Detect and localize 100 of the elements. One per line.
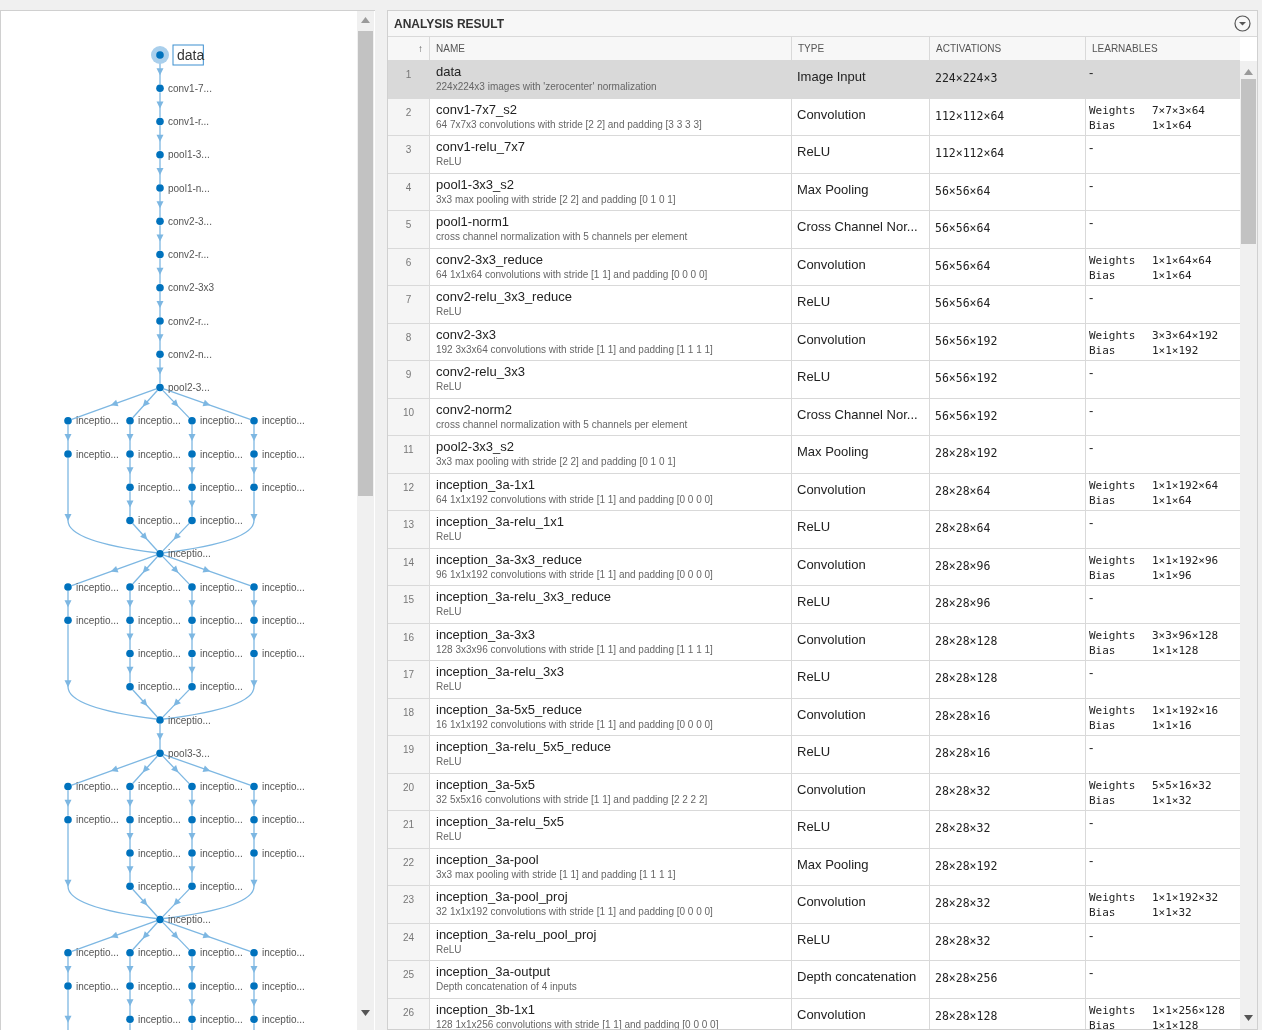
table-row[interactable]: 6 conv2-3x3_reduce 64 1x1x64 convolutions with stride [1 1] and padding [0 0 0 0] Convolution 56×56×64 Weights 1×1×64×64 Bias 1×1×64 (388, 248, 1240, 286)
graph-node[interactable] (156, 383, 164, 392)
table-row[interactable]: 14 inception_3a-3x3_reduce 96 1x1x192 convolutions with stride [1 1] and padding [0 0 0 0] Convolution 28×28×96 Weights 1×1×192×96 Bias 1×1×96 (388, 548, 1240, 586)
table-row[interactable]: 5 pool1-norm1 cross channel normalization with 5 channels per element Cross Channel Nor... 56×56×64 - (388, 211, 1240, 249)
table-row[interactable]: 17 inception_3a-relu_3x3 ReLU ReLU 28×28×128 - (388, 661, 1240, 699)
graph-node[interactable] (126, 583, 134, 591)
graph-node[interactable] (250, 782, 258, 791)
graph-node[interactable] (188, 782, 196, 791)
graph-node[interactable] (64, 782, 72, 791)
graph-node[interactable] (126, 815, 134, 824)
graph-node[interactable] (188, 882, 196, 891)
column-header[interactable]: ACTIVATIONS (930, 37, 1086, 60)
graph-node[interactable] (250, 1015, 258, 1024)
graph-node[interactable] (64, 815, 72, 824)
table-row[interactable]: 15 inception_3a-relu_3x3_reduce ReLU ReLU 28×28×96 - (388, 586, 1240, 624)
graph-node[interactable] (126, 616, 134, 625)
column-header[interactable]: NAME (430, 37, 792, 60)
scrollbar[interactable] (1240, 61, 1257, 1029)
graph-node[interactable] (64, 416, 72, 425)
graph-node[interactable] (156, 317, 164, 325)
table-row[interactable]: 13 inception_3a-relu_1x1 ReLU ReLU 28×28×64 - (388, 511, 1240, 549)
graph-node[interactable] (126, 682, 134, 691)
graph-node[interactable] (250, 616, 258, 625)
graph-node[interactable] (156, 184, 164, 192)
graph-node[interactable] (156, 749, 164, 758)
table-row[interactable]: 25 inception_3a-output Depth concatenation of 4 inputs Depth concatenation 28×28×256 - (388, 961, 1240, 999)
graph-node[interactable] (126, 416, 134, 425)
table-row[interactable]: 7 conv2-relu_3x3_reduce ReLU ReLU 56×56×64 - (388, 286, 1240, 324)
graph-node[interactable] (126, 649, 134, 658)
graph-node[interactable] (156, 549, 164, 558)
table-row[interactable]: 12 inception_3a-1x1 64 1x1x192 convolutions with stride [1 1] and padding [0 0 0 0] Convolution 28×28×64 Weights 1×1×192×64 Bias 1×1×64 (388, 473, 1240, 511)
graph-node[interactable] (188, 483, 196, 492)
table-row[interactable]: 3 conv1-relu_7x7 ReLU ReLU 112×112×64 - (388, 136, 1240, 174)
graph-node[interactable] (126, 782, 134, 791)
table-row[interactable]: 19 inception_3a-relu_5x5_reduce ReLU ReLU 28×28×16 - (388, 736, 1240, 774)
graph-node[interactable] (126, 882, 134, 891)
graph-node[interactable] (250, 849, 258, 857)
graph-node[interactable] (188, 649, 196, 658)
graph-node[interactable] (250, 583, 258, 591)
graph-node[interactable] (156, 350, 164, 359)
scroll-thumb[interactable] (1241, 79, 1256, 244)
graph-node[interactable] (188, 948, 196, 957)
graph-node[interactable] (156, 250, 164, 259)
graph-node[interactable] (64, 450, 72, 458)
table-row[interactable]: 16 inception_3a-3x3 128 3x3x96 convolutions with stride [1 1] and padding [1 1 1 1] Convolution 28×28×128 Weights 3×3×96×128 Bias 1×1×128 (388, 623, 1240, 661)
graph-node[interactable] (250, 450, 258, 458)
graph-node[interactable] (64, 948, 72, 957)
graph-node[interactable] (64, 616, 72, 625)
graph-node[interactable] (188, 516, 196, 525)
table-row[interactable]: 9 conv2-relu_3x3 ReLU ReLU 56×56×192 - (388, 361, 1240, 399)
table-row[interactable]: 11 pool2-3x3_s2 3x3 max pooling with stride [2 2] and padding [0 1 0 1] Max Pooling 28×28×192 - (388, 436, 1240, 474)
scroll-down-icon[interactable] (361, 1010, 370, 1016)
graph-node[interactable] (126, 450, 134, 458)
table-row[interactable]: 22 inception_3a-pool 3x3 max pooling with stride [1 1] and padding [1 1 1 1] Max Pooling 28×28×192 - (388, 848, 1240, 886)
graph-node[interactable] (126, 948, 134, 957)
column-header[interactable]: LEARNABLES (1086, 37, 1240, 60)
graph-node[interactable] (156, 915, 164, 924)
graph-node[interactable] (188, 450, 196, 458)
collapse-icon[interactable] (1234, 15, 1251, 32)
graph-node[interactable] (188, 583, 196, 591)
graph-node[interactable] (156, 716, 164, 724)
graph-node[interactable] (156, 150, 164, 159)
table-row[interactable]: 23 inception_3a-pool_proj 32 1x1x192 convolutions with stride [1 1] and padding [0 0 0 0] Convolution 28×28×32 Weights 1×1×192×32 Bias 1×1×32 (388, 886, 1240, 924)
scrollbar[interactable] (357, 11, 374, 1030)
graph-node[interactable] (188, 682, 196, 691)
table-row[interactable]: 20 inception_3a-5x5 32 5x5x16 convolutions with stride [1 1] and padding [2 2 2 2] Convolution 28×28×32 Weights 5×5×16×32 Bias 1×1×32 (388, 773, 1240, 811)
graph-node[interactable] (250, 649, 258, 658)
graph-node[interactable] (126, 483, 134, 492)
table-row[interactable]: 10 conv2-norm2 cross channel normalization with 5 channels per element Cross Channel Nor... 56×56×192 - (388, 398, 1240, 436)
table-row[interactable]: 4 pool1-3x3_s2 3x3 max pooling with stride [2 2] and padding [0 1 0 1] Max Pooling 56×56×64 - (388, 173, 1240, 211)
graph-node[interactable] (188, 815, 196, 824)
column-header[interactable]: TYPE (792, 37, 930, 60)
graph-node[interactable] (64, 982, 72, 990)
table-row[interactable]: 2 conv1-7x7_s2 64 7x7x3 convolutions with stride [2 2] and padding [3 3 3 3] Convolution 112×112×64 Weights 7×7×3×64 Bias 1×1×64 (388, 98, 1240, 136)
graph-node[interactable] (126, 849, 134, 857)
table-row[interactable]: 18 inception_3a-5x5_reduce 16 1x1x192 convolutions with stride [1 1] and padding [0 0 0 0] Convolution 28×28×16 Weights 1×1×192×16 Bias 1×1×16 (388, 698, 1240, 736)
table-row[interactable]: 21 inception_3a-relu_5x5 ReLU ReLU 28×28×32 - (388, 811, 1240, 849)
graph-node[interactable] (250, 483, 258, 492)
table-row[interactable]: 8 conv2-3x3 192 3x3x64 convolutions with stride [1 1] and padding [1 1 1 1] Convolution 56×56×192 Weights 3×3×64×192 Bias 1×1×192 (388, 323, 1240, 361)
graph-node[interactable] (126, 982, 134, 990)
graph-node[interactable] (250, 815, 258, 824)
graph-node[interactable] (151, 46, 169, 64)
scroll-thumb[interactable] (358, 31, 373, 496)
graph-node[interactable] (188, 982, 196, 990)
table-row[interactable]: 24 inception_3a-relu_pool_proj ReLU ReLU 28×28×32 - (388, 923, 1240, 961)
graph-node[interactable] (188, 849, 196, 857)
table-row[interactable]: 1 data 224x224x3 images with 'zerocenter' normalization Image Input 224×224×3 - (388, 61, 1240, 99)
scroll-down-icon[interactable] (1244, 1015, 1253, 1021)
graph-node[interactable] (156, 283, 164, 292)
graph-node[interactable] (188, 616, 196, 625)
graph-node[interactable] (156, 217, 164, 226)
graph-node[interactable] (188, 1015, 196, 1024)
graph-node[interactable] (250, 948, 258, 957)
graph-node[interactable] (126, 516, 134, 525)
graph-node[interactable] (156, 117, 164, 126)
graph-node[interactable] (64, 583, 72, 591)
graph-node[interactable] (188, 416, 196, 425)
graph-node[interactable] (126, 1015, 134, 1024)
graph-node[interactable] (156, 84, 164, 93)
graph-node[interactable] (250, 416, 258, 425)
